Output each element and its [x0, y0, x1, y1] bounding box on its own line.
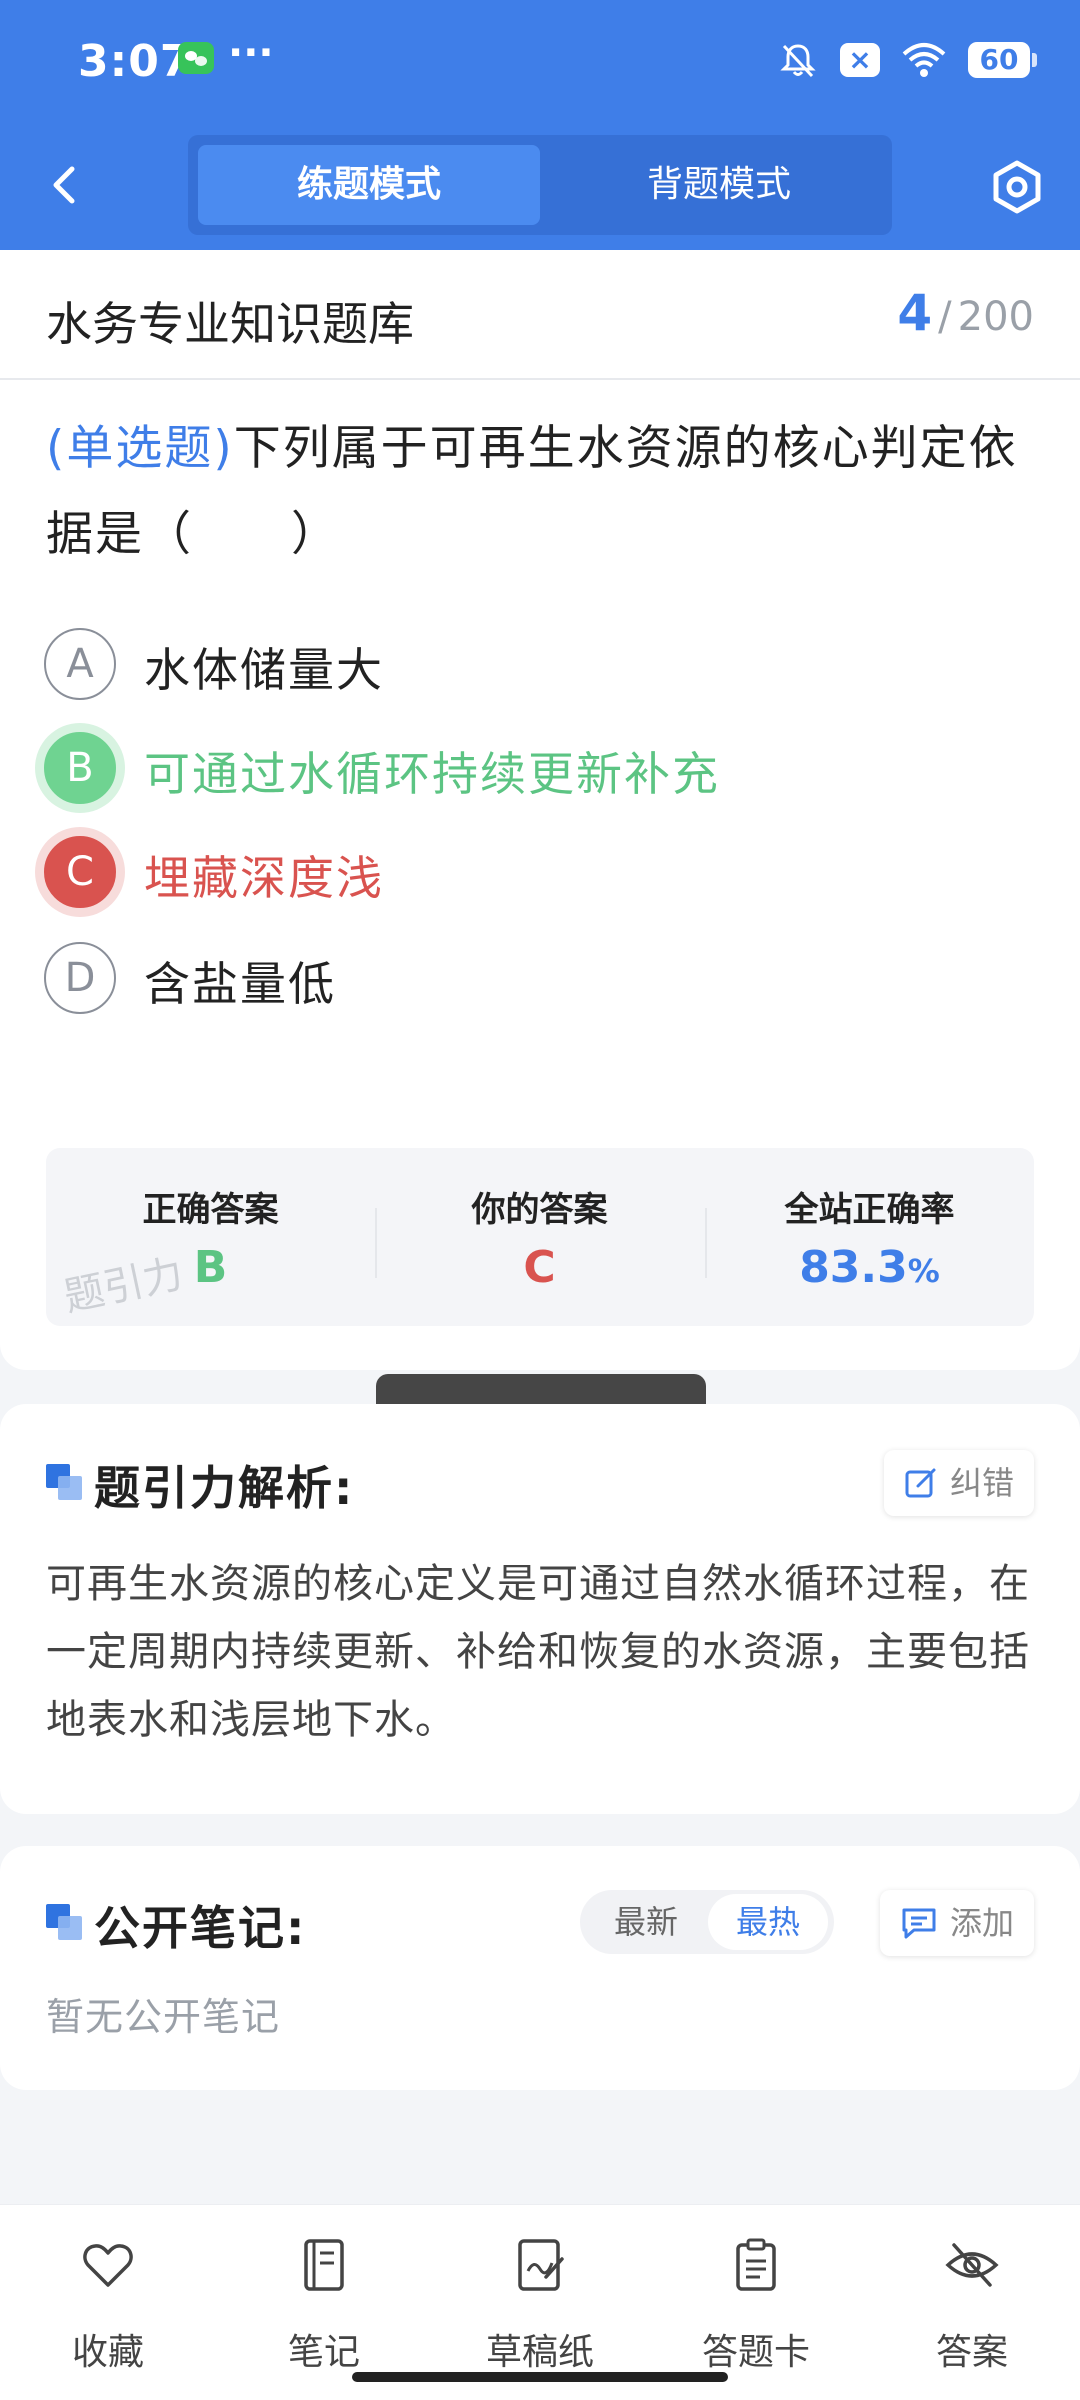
add-note-label: 添加 [949, 1904, 1014, 1942]
section-icon [46, 1464, 82, 1500]
report-error-label: 纠错 [949, 1464, 1014, 1502]
question-card: 水务专业知识题库 4 / 200 (单选题)下列属于可再生水资源的核心判定依据是… [0, 250, 1080, 1482]
eye-off-icon [945, 2243, 999, 2287]
option-text: 埋藏深度浅 [144, 851, 384, 905]
mode-switch: 练题模式 背题模式 [188, 135, 892, 235]
close-badge-icon: × [840, 43, 880, 77]
progress-current: 4 [897, 284, 933, 342]
section-icon [46, 1904, 82, 1940]
home-indicator[interactable] [352, 2372, 728, 2382]
stat-accuracy-rate: 全站正确率 83.3% [705, 1148, 1034, 1326]
nav-answer[interactable]: 答案 [864, 2227, 1080, 2377]
nav-label: 笔记 [287, 2332, 360, 2373]
sort-hot-button[interactable]: 最热 [708, 1894, 828, 1950]
option-letter: D [44, 942, 116, 1014]
accuracy-number: 83.3 [799, 1242, 908, 1293]
notes-title: 公开笔记: [94, 1901, 307, 1955]
option-letter: A [44, 628, 116, 700]
progress-total: 200 [957, 294, 1034, 340]
chevron-left-icon [53, 166, 75, 204]
settings-button[interactable] [985, 155, 1049, 219]
question-stem: (单选题)下列属于可再生水资源的核心判定依据是（ ） [46, 406, 1036, 578]
stat-value: C [523, 1242, 556, 1293]
empty-notes-text: 暂无公开笔记 [46, 1995, 281, 2039]
wifi-icon [902, 42, 946, 78]
app-header: 3:07 ··· × 60 练题模式 背题模式 [0, 0, 1080, 250]
answer-stats: 正确答案 B 你的答案 C 全站正确率 83.3% 题引力 [46, 1148, 1034, 1326]
option-d[interactable]: D 含盐量低 [44, 938, 1034, 1018]
more-notifications-icon: ··· [228, 30, 274, 76]
back-button[interactable] [36, 155, 96, 215]
option-letter: B [44, 732, 116, 804]
status-icons: × 60 [778, 35, 1037, 85]
analysis-card: 题引力解析: 纠错 可再生水资源的核心定义是可通过自然水循环过程，在一定周期内持… [0, 1404, 1080, 1814]
option-text: 含盐量低 [144, 957, 336, 1011]
option-a[interactable]: A 水体储量大 [44, 624, 1034, 704]
question-bank-title: 水务专业知识题库 [46, 297, 414, 351]
option-b[interactable]: B 可通过水循环持续更新补充 [44, 728, 1034, 808]
tab-practice-mode[interactable]: 练题模式 [198, 145, 540, 225]
answer-card-icon [736, 2238, 776, 2291]
bell-muted-icon [778, 40, 818, 80]
question-progress[interactable]: 4 / 200 [897, 284, 1034, 342]
option-text: 可通过水循环持续更新补充 [144, 747, 720, 801]
divider [0, 378, 1080, 380]
sort-latest-button[interactable]: 最新 [586, 1890, 706, 1954]
stat-label: 正确答案 [142, 1190, 279, 1230]
notes-sort-toggle: 最新 最热 [580, 1890, 834, 1954]
public-notes-card: 公开笔记: 最新 最热 添加 暂无公开笔记 [0, 1846, 1080, 2090]
notebook-icon [304, 2239, 344, 2291]
stat-label: 全站正确率 [784, 1190, 955, 1230]
nav-label: 答案 [935, 2332, 1008, 2373]
edit-icon [905, 1468, 936, 1498]
bottom-toolbar: 收藏 笔记 草稿纸 答题卡 答案 [0, 2204, 1080, 2400]
nav-draft-paper[interactable]: 草稿纸 [432, 2227, 648, 2377]
nav-label: 收藏 [71, 2332, 144, 2373]
wechat-notification-icon [178, 42, 214, 74]
question-type: (单选题) [46, 421, 234, 476]
stat-your-answer: 你的答案 C [375, 1148, 704, 1326]
tab-memorize-mode[interactable]: 背题模式 [548, 145, 890, 225]
heart-icon [83, 2244, 133, 2287]
report-error-button[interactable]: 纠错 [883, 1450, 1034, 1516]
draft-paper-icon [518, 2239, 564, 2291]
nav-answer-card[interactable]: 答题卡 [648, 2227, 864, 2377]
comment-icon [902, 1908, 936, 1939]
nav-label: 答题卡 [701, 2332, 810, 2373]
stat-value: 83.3% [705, 1242, 1034, 1293]
accuracy-unit: % [907, 1252, 940, 1290]
add-note-button[interactable]: 添加 [879, 1890, 1034, 1956]
nav-label: 草稿纸 [485, 2332, 594, 2373]
progress-separator: / [938, 294, 952, 340]
hexagon-settings-icon [993, 160, 1041, 214]
battery-indicator: 60 [968, 42, 1037, 78]
status-time: 3:07 [78, 36, 192, 87]
status-bar: 3:07 ··· × 60 [0, 0, 1080, 120]
stat-label: 你的答案 [471, 1190, 608, 1230]
option-c[interactable]: C 埋藏深度浅 [44, 832, 1034, 912]
analysis-text: 可再生水资源的核心定义是可通过自然水循环过程，在一定周期内持续更新、补给和恢复的… [46, 1561, 1030, 1743]
option-text: 水体储量大 [144, 643, 384, 697]
option-letter: C [44, 836, 116, 908]
nav-notes[interactable]: 笔记 [216, 2227, 432, 2377]
nav-favorite[interactable]: 收藏 [0, 2227, 216, 2377]
analysis-title: 题引力解析: [94, 1461, 355, 1515]
